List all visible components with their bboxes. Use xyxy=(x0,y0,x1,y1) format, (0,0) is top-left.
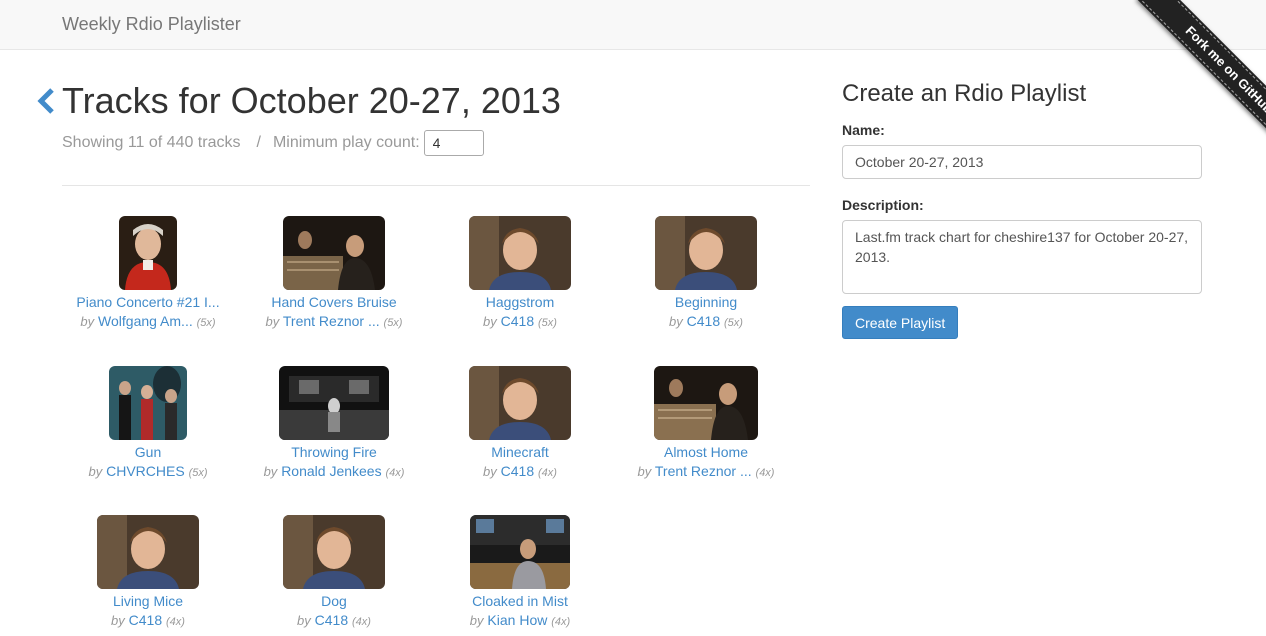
name-label: Name: xyxy=(842,122,885,138)
album-art[interactable] xyxy=(470,515,570,589)
track-artist[interactable]: Wolfgang Am... xyxy=(98,313,193,329)
create-playlist-button[interactable]: Create Playlist xyxy=(842,306,959,339)
track-title[interactable]: Dog xyxy=(241,593,427,609)
track-artist[interactable]: C418 xyxy=(315,612,348,628)
album-art[interactable] xyxy=(283,216,385,290)
track-title[interactable]: Hand Covers Bruise xyxy=(241,294,427,310)
by-label: by xyxy=(111,613,125,628)
play-count: (5x) xyxy=(383,317,403,329)
track-meta: by C418 (4x) xyxy=(241,612,427,628)
play-count: (4x) xyxy=(166,616,185,628)
by-label: by xyxy=(669,314,683,329)
track-meta: by Kian How (4x) xyxy=(427,612,613,628)
play-count: (4x) xyxy=(755,467,775,479)
divider xyxy=(62,185,810,186)
playlist-name-field[interactable] xyxy=(842,145,1202,179)
track-title[interactable]: Cloaked in Mist xyxy=(427,593,613,609)
by-label: by xyxy=(88,464,103,479)
track-artist[interactable]: C418 xyxy=(687,313,720,329)
track-card: Cloaked in Mist by Kian How (4x) xyxy=(427,515,613,628)
track-artist[interactable]: Trent Reznor ... xyxy=(655,463,752,479)
track-title[interactable]: Beginning xyxy=(613,294,799,310)
track-title[interactable]: Throwing Fire xyxy=(241,444,427,460)
play-count: (4x) xyxy=(352,616,371,628)
track-artist[interactable]: Ronald Jenkees xyxy=(281,463,381,479)
by-label: by xyxy=(263,464,278,479)
separator: / xyxy=(256,134,261,151)
description-label: Description: xyxy=(842,197,924,213)
track-artist[interactable]: Trent Reznor ... xyxy=(283,313,380,329)
playlist-description-field[interactable]: Last.fm track chart for cheshire137 for … xyxy=(842,220,1202,294)
album-art[interactable] xyxy=(283,515,385,589)
page-title: Tracks for October 20-27, 2013 xyxy=(62,80,561,121)
track-card: Gun by CHVRCHES (5x) xyxy=(55,366,241,479)
track-summary: Showing 11 of 440 tracks / Minimum play … xyxy=(62,130,484,156)
track-card: Piano Concerto #21 I... by Wolfgang Am..… xyxy=(55,216,241,329)
brand-link[interactable]: Weekly Rdio Playlister xyxy=(62,14,241,35)
track-artist[interactable]: C418 xyxy=(501,463,534,479)
play-count: (4x) xyxy=(385,467,405,479)
track-meta: by CHVRCHES (5x) xyxy=(55,463,241,479)
track-meta: by Ronald Jenkees (4x) xyxy=(241,463,427,479)
track-meta: by Trent Reznor ... (5x) xyxy=(241,313,427,329)
showing-count: Showing 11 of 440 tracks xyxy=(62,134,241,151)
track-card: Living Mice by C418 (4x) xyxy=(55,515,241,628)
by-label: by xyxy=(80,314,95,329)
min-play-label: Minimum play count: xyxy=(272,134,420,151)
track-artist[interactable]: C418 xyxy=(129,612,162,628)
track-meta: by C418 (5x) xyxy=(613,313,799,329)
track-meta: by Wolfgang Am... (5x) xyxy=(55,313,241,329)
track-card: Haggstrom by C418 (5x) xyxy=(427,216,613,329)
play-count: (4x) xyxy=(551,616,571,628)
panel-title: Create an Rdio Playlist xyxy=(842,80,1087,107)
track-title[interactable]: Piano Concerto #21 I... xyxy=(55,294,241,310)
album-art[interactable] xyxy=(469,366,571,440)
album-art[interactable] xyxy=(469,216,571,290)
track-card: Dog by C418 (4x) xyxy=(241,515,427,628)
album-art[interactable] xyxy=(279,366,389,440)
album-art[interactable] xyxy=(97,515,199,589)
track-artist[interactable]: CHVRCHES xyxy=(106,463,185,479)
track-title[interactable]: Almost Home xyxy=(613,444,799,460)
min-play-count-stepper[interactable] xyxy=(423,130,484,156)
album-art[interactable] xyxy=(119,216,177,290)
play-count: (5x) xyxy=(196,317,216,329)
by-label: by xyxy=(483,464,497,479)
album-art[interactable] xyxy=(655,216,757,290)
track-title[interactable]: Minecraft xyxy=(427,444,613,460)
create-playlist-panel: Create an Rdio Playlist Name: Descriptio… xyxy=(842,80,1202,339)
track-card: Minecraft by C418 (4x) xyxy=(427,366,613,479)
track-card: Beginning by C418 (5x) xyxy=(613,216,799,329)
track-card: Throwing Fire by Ronald Jenkees (4x) xyxy=(241,366,427,479)
play-count: (5x) xyxy=(724,317,743,329)
play-count: (5x) xyxy=(188,467,208,479)
track-meta: by C418 (4x) xyxy=(427,463,613,479)
track-card: Almost Home by Trent Reznor ... (4x) xyxy=(613,366,799,479)
by-label: by xyxy=(297,613,311,628)
album-art[interactable] xyxy=(654,366,758,440)
by-label: by xyxy=(469,613,484,628)
by-label: by xyxy=(265,314,280,329)
track-meta: by C418 (4x) xyxy=(55,612,241,628)
track-meta: by C418 (5x) xyxy=(427,313,613,329)
track-title[interactable]: Haggstrom xyxy=(427,294,613,310)
track-title[interactable]: Gun xyxy=(55,444,241,460)
track-artist[interactable]: Kian How xyxy=(487,612,547,628)
track-card: Hand Covers Bruise by Trent Reznor ... (… xyxy=(241,216,427,329)
by-label: by xyxy=(637,464,652,479)
track-title[interactable]: Living Mice xyxy=(55,593,241,609)
track-artist[interactable]: C418 xyxy=(501,313,534,329)
by-label: by xyxy=(483,314,497,329)
chevron-left-icon[interactable] xyxy=(36,88,58,114)
track-meta: by Trent Reznor ... (4x) xyxy=(613,463,799,479)
play-count: (4x) xyxy=(538,467,557,479)
play-count: (5x) xyxy=(538,317,557,329)
album-art[interactable] xyxy=(109,366,187,440)
navbar: Weekly Rdio Playlister xyxy=(0,0,1266,50)
